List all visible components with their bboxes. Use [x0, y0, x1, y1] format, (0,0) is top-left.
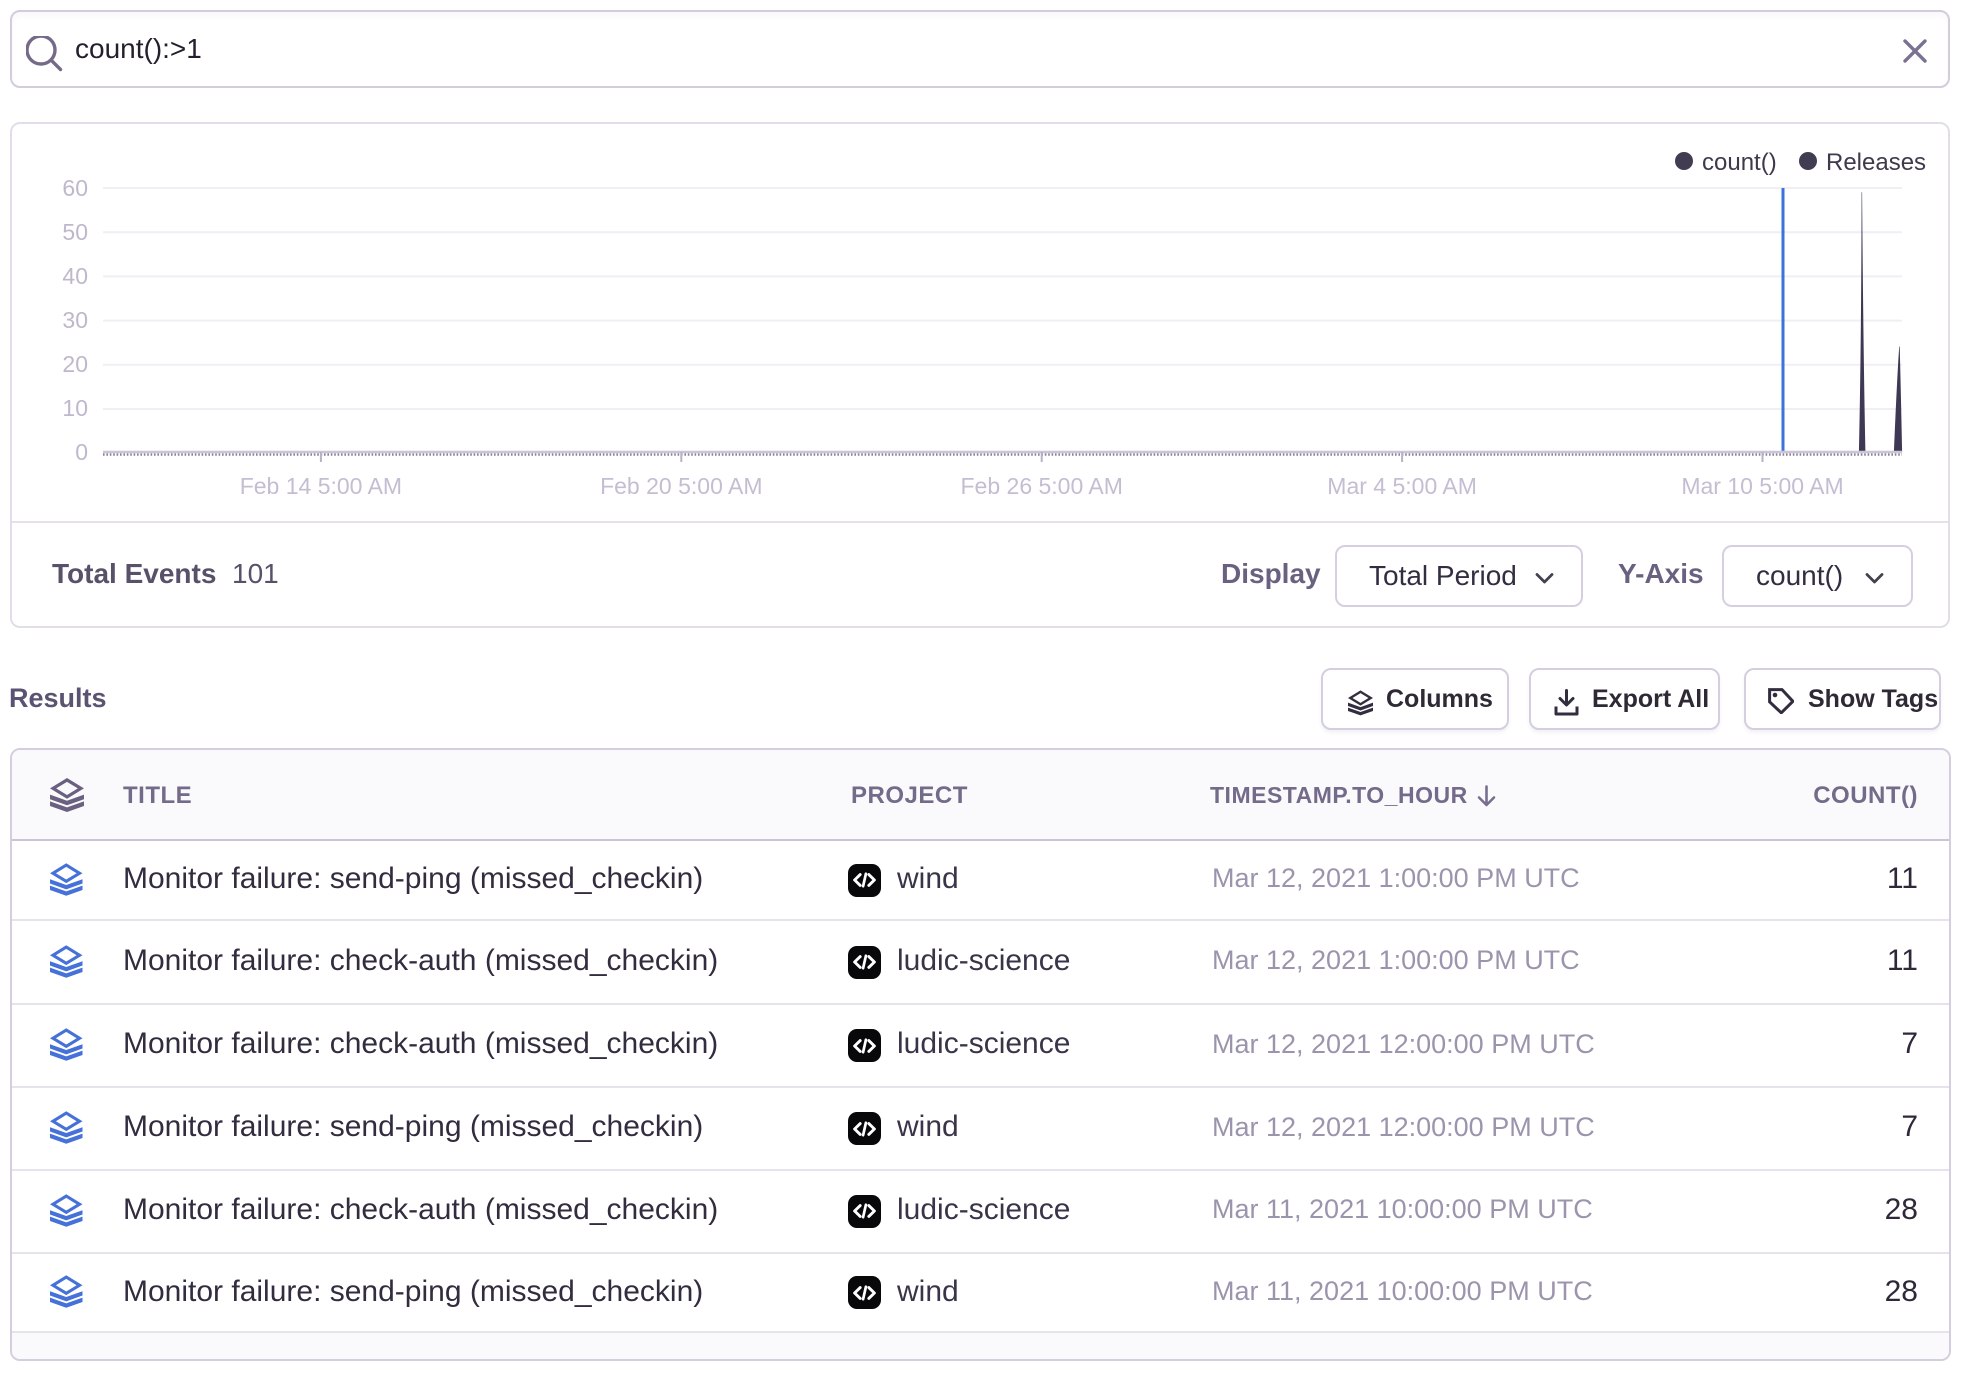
svg-text:20: 20	[62, 351, 88, 377]
svg-text:50: 50	[62, 219, 88, 245]
svg-text:Feb 26 5:00 AM: Feb 26 5:00 AM	[961, 473, 1123, 499]
svg-text:Feb 20 5:00 AM: Feb 20 5:00 AM	[600, 473, 762, 499]
svg-text:30: 30	[62, 307, 88, 333]
svg-text:count(): count()	[1702, 149, 1777, 176]
svg-text:Releases: Releases	[1826, 149, 1926, 176]
svg-text:Feb 14 5:00 AM: Feb 14 5:00 AM	[240, 473, 402, 499]
svg-text:0: 0	[75, 439, 88, 465]
svg-text:Mar 10 5:00 AM: Mar 10 5:00 AM	[1681, 473, 1843, 499]
svg-text:Mar 4 5:00 AM: Mar 4 5:00 AM	[1327, 473, 1477, 499]
svg-text:10: 10	[62, 395, 88, 421]
svg-text:60: 60	[62, 175, 88, 201]
svg-text:40: 40	[62, 263, 88, 289]
